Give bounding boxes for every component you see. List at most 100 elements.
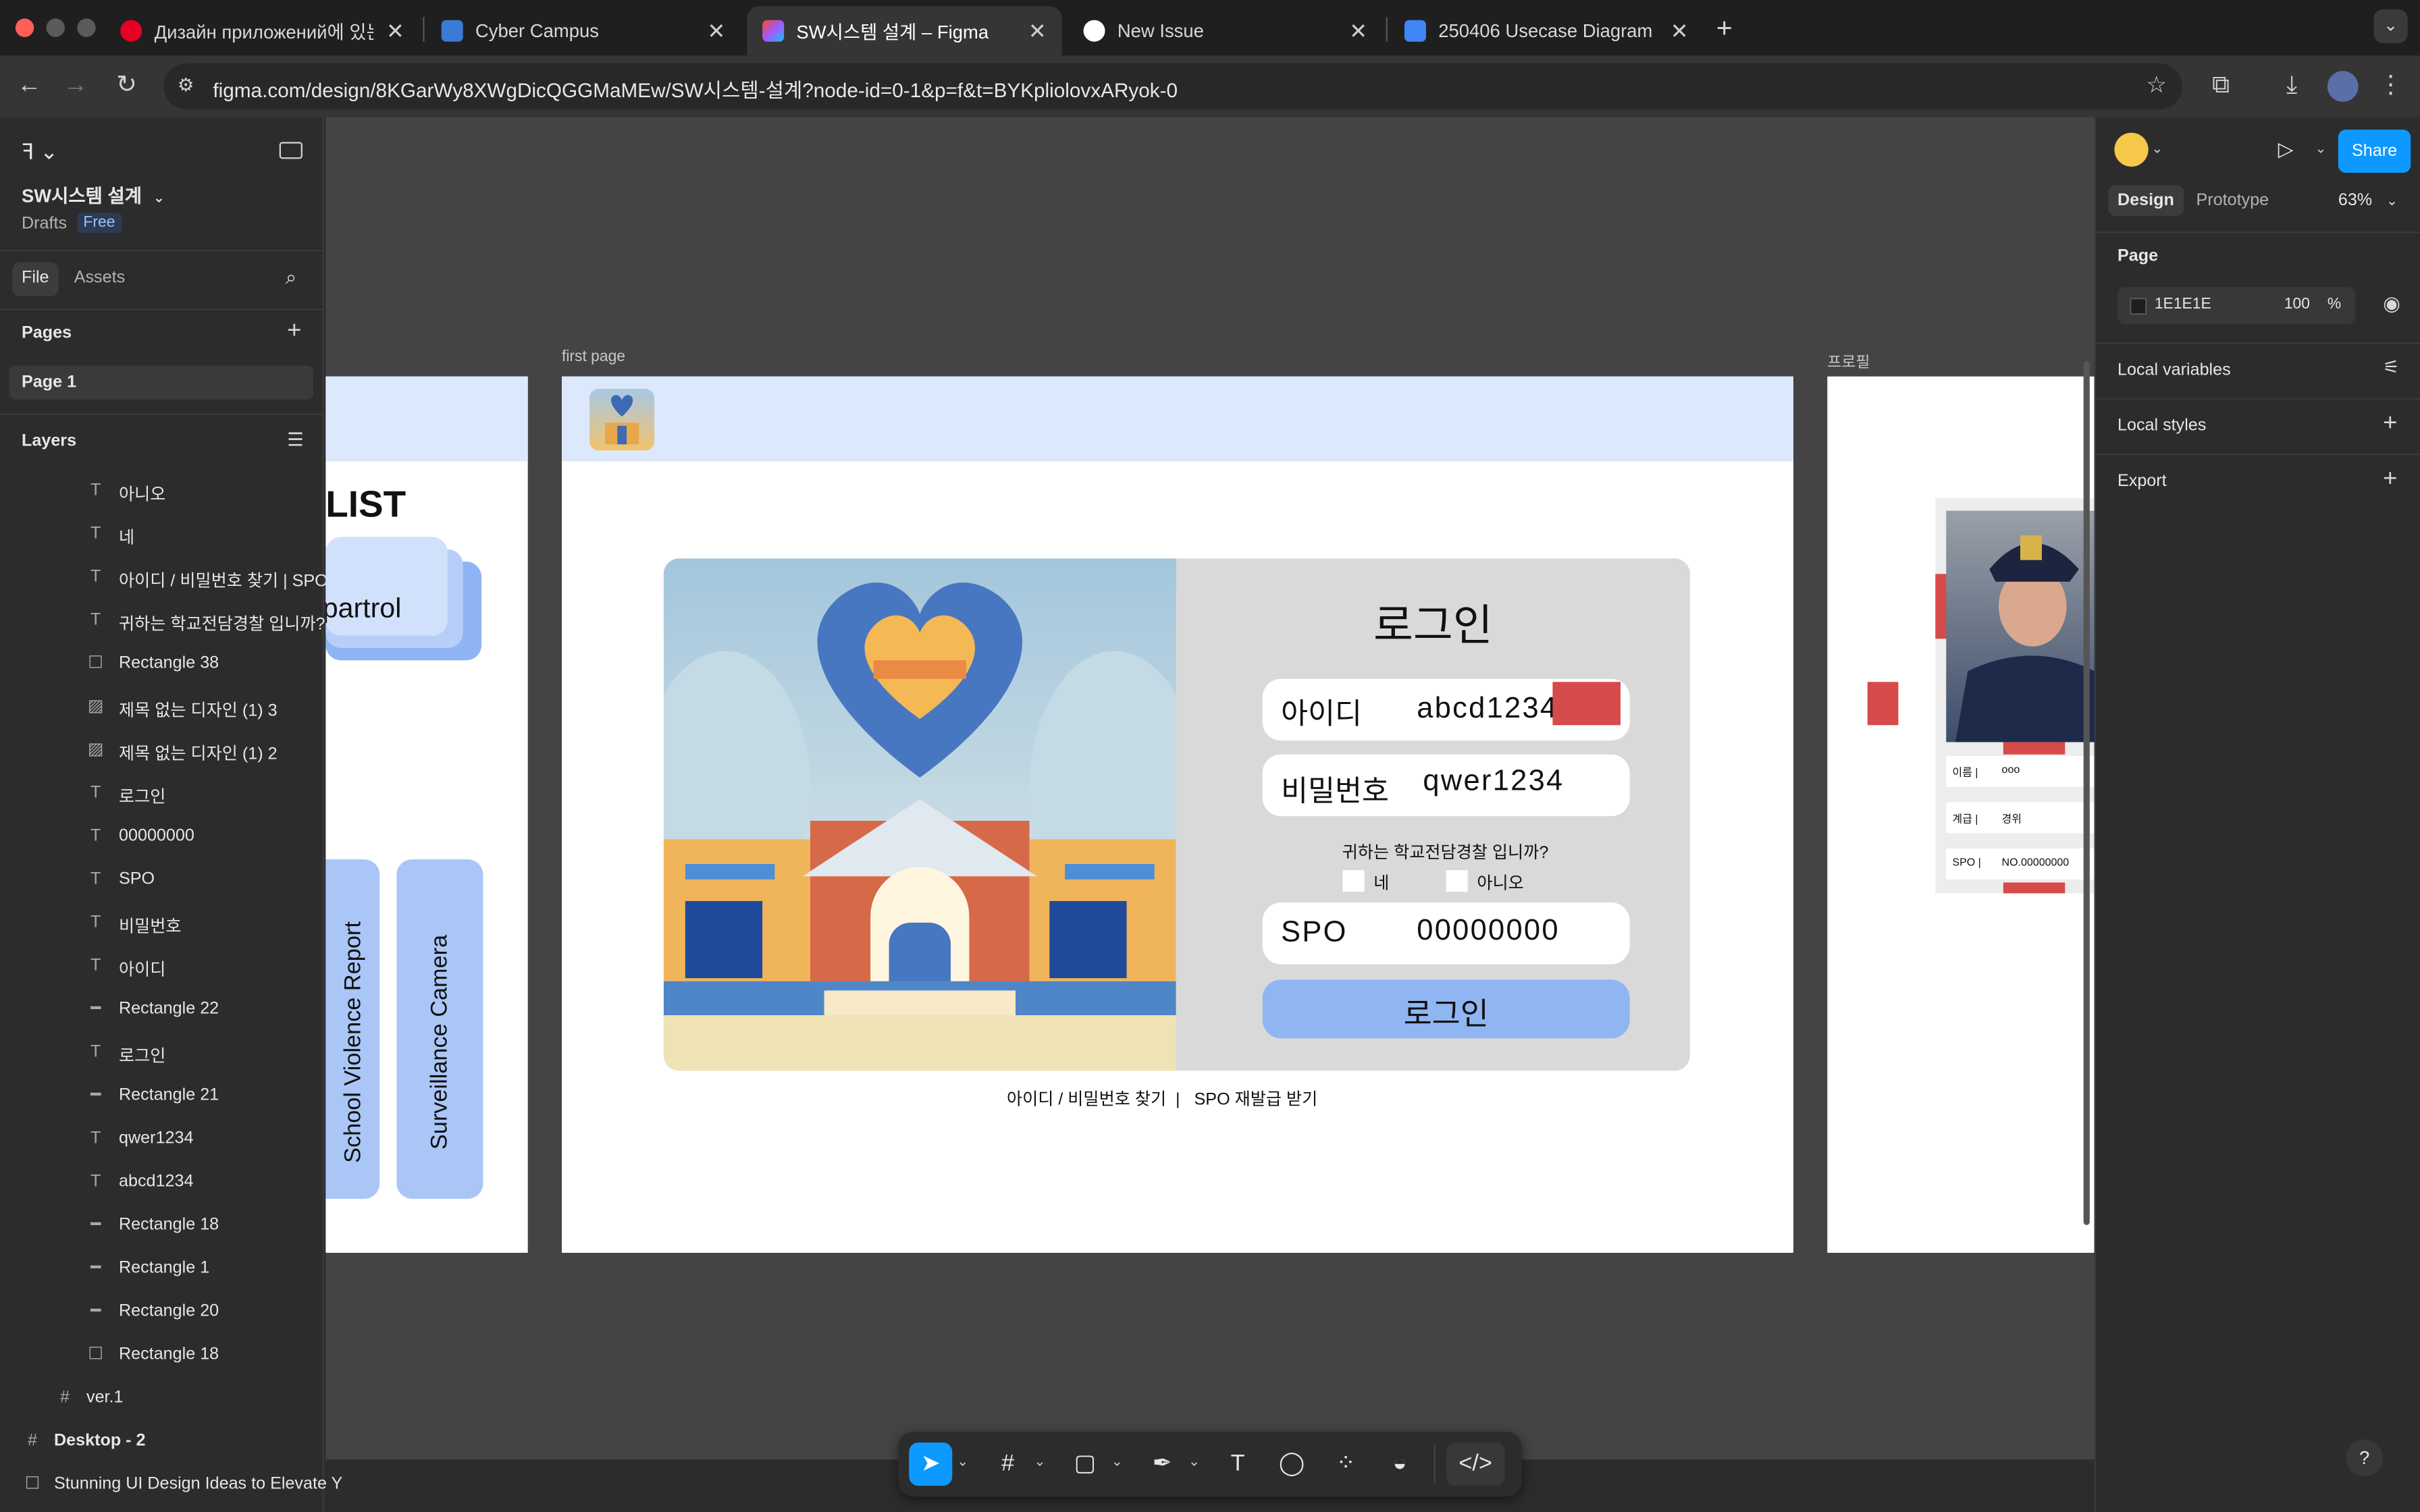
user-avatar[interactable] xyxy=(2114,132,2149,167)
text-tool-icon[interactable]: T xyxy=(1216,1442,1259,1486)
sliders-icon[interactable]: ⚟ xyxy=(2383,356,2400,378)
layer-item[interactable]: ▨ 제목 없는 디자인 (1) 2 xyxy=(0,728,324,772)
chevron-down-icon[interactable]: ⌄ xyxy=(2151,140,2163,157)
password-field[interactable]: 비밀번호 qwer1234 xyxy=(1262,754,1630,817)
profile-frame[interactable]: 이름 | ooo 계급 | 경위 SPO | NO.00000000 xyxy=(1552,376,2095,1253)
layer-item[interactable]: ☐ Rectangle 18 xyxy=(0,1333,324,1376)
chevron-down-icon[interactable]: ⌄ xyxy=(1111,1453,1123,1470)
layer-item[interactable]: T 00000000 xyxy=(0,815,324,858)
tab-file[interactable]: File xyxy=(12,262,59,296)
close-tab-icon[interactable]: ✕ xyxy=(707,18,725,44)
logo-icon[interactable] xyxy=(589,388,655,451)
layer-item[interactable]: Tabcd1234 xyxy=(0,1160,324,1204)
spo-field[interactable]: SPO 00000000 xyxy=(1262,902,1630,965)
site-info-icon[interactable]: ⚙ xyxy=(178,74,194,96)
close-tab-icon[interactable]: ✕ xyxy=(1028,18,1047,44)
share-button[interactable]: Share xyxy=(2338,129,2411,173)
local-styles[interactable]: Local styles xyxy=(2118,416,2206,435)
frame-tool-icon[interactable]: # xyxy=(987,1442,1030,1486)
close-tab-icon[interactable]: ✕ xyxy=(1349,18,1367,44)
left-frame[interactable]: LIST partrol School Violence Report Surv… xyxy=(325,376,528,1253)
tab-search-icon[interactable]: ⌄ xyxy=(2373,9,2408,43)
help-icon[interactable]: ? xyxy=(2346,1439,2384,1477)
page-background-input[interactable]: 1E1E1E 100 % xyxy=(2117,287,2355,324)
layer-item[interactable]: T 로그인 xyxy=(0,1031,324,1074)
browser-tab-docs[interactable]: 250406 Usecase Diagram V1 ✕ xyxy=(1389,6,1704,55)
plugin-icon[interactable]: ◒ xyxy=(1378,1442,1421,1486)
dev-mode-icon[interactable]: </> xyxy=(1446,1442,1505,1486)
layer-item[interactable]: T SPO xyxy=(0,858,324,901)
close-tab-icon[interactable]: ✕ xyxy=(386,18,404,44)
comment-tool-icon[interactable]: ◯ xyxy=(1270,1442,1313,1486)
menu-icon[interactable]: ⋮ xyxy=(2373,70,2407,103)
bookmark-star-icon[interactable]: ☆ xyxy=(2146,71,2167,99)
layers-filter-icon[interactable]: ☰ xyxy=(287,429,304,450)
chevron-down-icon[interactable]: ⌄ xyxy=(2315,140,2327,157)
panel-toggle-icon[interactable] xyxy=(279,142,302,159)
add-export-icon[interactable]: + xyxy=(2383,466,2397,493)
layer-item[interactable]: ━ Rectangle 21 xyxy=(0,1074,324,1117)
layer-item[interactable]: ☐ Rectangle 38 xyxy=(0,642,324,685)
layer-item[interactable]: ━ Rectangle 1 xyxy=(0,1247,324,1290)
eye-icon[interactable]: ◉ xyxy=(2383,292,2400,317)
address-bar[interactable]: ⚙ figma.com/design/8KGarWy8XWgDicQGGMaME… xyxy=(163,63,2182,110)
browser-tab-cyber-campus[interactable]: Cyber Campus ✕ xyxy=(426,6,741,55)
close-window-button[interactable] xyxy=(15,18,34,37)
first-page-frame[interactable]: 로그인 아이디 abcd1234 비밀번호 qwer1234 귀하는 학교전담경… xyxy=(561,376,1793,1253)
search-icon[interactable]: ⌕ xyxy=(286,265,297,290)
rectangle-tool-icon[interactable]: ▢ xyxy=(1063,1442,1107,1486)
chevron-down-icon[interactable]: ⌄ xyxy=(1188,1453,1200,1470)
new-tab-icon[interactable]: + xyxy=(1716,12,1733,45)
tab-design[interactable]: Design xyxy=(2108,185,2184,216)
login-button[interactable]: 로그인 xyxy=(1262,979,1630,1039)
layer-item[interactable]: # ver.1 xyxy=(0,1376,324,1420)
layer-item[interactable]: T 아이디 xyxy=(0,944,324,988)
color-swatch[interactable] xyxy=(2130,298,2147,315)
frame-label-first-page[interactable]: first page xyxy=(562,349,625,366)
add-style-icon[interactable]: + xyxy=(2383,410,2397,438)
figma-canvas[interactable]: LIST partrol School Violence Report Surv… xyxy=(325,117,2095,1460)
layer-item[interactable]: ▨ 제목 없는 디자인 (1) 3 xyxy=(0,685,324,728)
actions-icon[interactable]: ⁘ xyxy=(1324,1442,1367,1486)
frame-desktop-2[interactable]: # Desktop - 2 xyxy=(0,1420,324,1463)
frame-label-profile[interactable]: 프로필 xyxy=(1827,349,1870,372)
browser-tab-pinterest[interactable]: Дизайн приложений에 있는 핀 ✕ xyxy=(105,6,419,55)
background-opacity[interactable]: 100 xyxy=(2284,296,2310,313)
layer-item[interactable]: ━ Rectangle 20 xyxy=(0,1290,324,1333)
layer-item[interactable]: Tqwer1234 xyxy=(0,1117,324,1160)
minimize-window-button[interactable] xyxy=(46,18,65,37)
background-hex[interactable]: 1E1E1E xyxy=(2155,296,2211,313)
browser-tab-github[interactable]: New Issue ✕ xyxy=(1068,6,1383,55)
tab-prototype[interactable]: Prototype xyxy=(2197,191,2269,209)
chevron-down-icon[interactable]: ⌄ xyxy=(1034,1453,1045,1470)
page-item-page-1[interactable]: Page 1 xyxy=(9,365,313,400)
reload-icon[interactable]: ↻ xyxy=(109,70,143,103)
drafts-label[interactable]: Drafts xyxy=(22,215,67,233)
browser-tab-figma[interactable]: SW시스템 설계 – Figma ✕ xyxy=(747,6,1062,56)
move-tool-icon[interactable]: ➤ xyxy=(909,1442,953,1486)
close-tab-icon[interactable]: ✕ xyxy=(1671,18,1689,44)
layer-item[interactable]: T 비밀번호 xyxy=(0,901,324,944)
layer-item[interactable]: T 로그인 xyxy=(0,772,324,815)
layer-item[interactable]: ☐ Stunning UI Design Ideas to Elevate Y xyxy=(0,1463,343,1506)
layer-item[interactable]: ━ Rectangle 18 xyxy=(0,1204,324,1247)
figma-menu-icon[interactable]: ꟻ ⌄ xyxy=(22,139,58,165)
find-account-links[interactable]: 아이디 / 비밀번호 찾기 | SPO 재발급 받기 xyxy=(562,1086,1762,1111)
pen-tool-icon[interactable]: ✒ xyxy=(1140,1442,1184,1486)
add-page-icon[interactable]: + xyxy=(287,318,301,346)
export-section[interactable]: Export xyxy=(2118,472,2167,490)
layer-item[interactable]: T 아이디 / 비밀번호 찾기 | SPO 재발급 받기 xyxy=(0,556,415,599)
maximize-window-button[interactable] xyxy=(77,18,96,37)
download-icon[interactable]: ⤓ xyxy=(2275,70,2309,103)
extensions-icon[interactable]: ⧉ xyxy=(2204,70,2238,103)
present-play-icon[interactable]: ▷ xyxy=(2278,137,2294,162)
back-icon[interactable]: ← xyxy=(12,70,46,103)
profile-avatar[interactable] xyxy=(2327,71,2359,102)
tab-assets[interactable]: Assets xyxy=(74,269,125,287)
layer-item[interactable]: T 귀하는 학교전담경찰 입니까? xyxy=(0,599,325,642)
chevron-down-icon[interactable]: ⌄ xyxy=(957,1453,968,1470)
local-variables[interactable]: Local variables xyxy=(2118,361,2231,379)
layer-item[interactable]: T네 xyxy=(0,512,324,556)
zoom-level[interactable]: 63% ⌄ xyxy=(2338,191,2398,209)
yes-checkbox[interactable] xyxy=(1342,870,1365,892)
